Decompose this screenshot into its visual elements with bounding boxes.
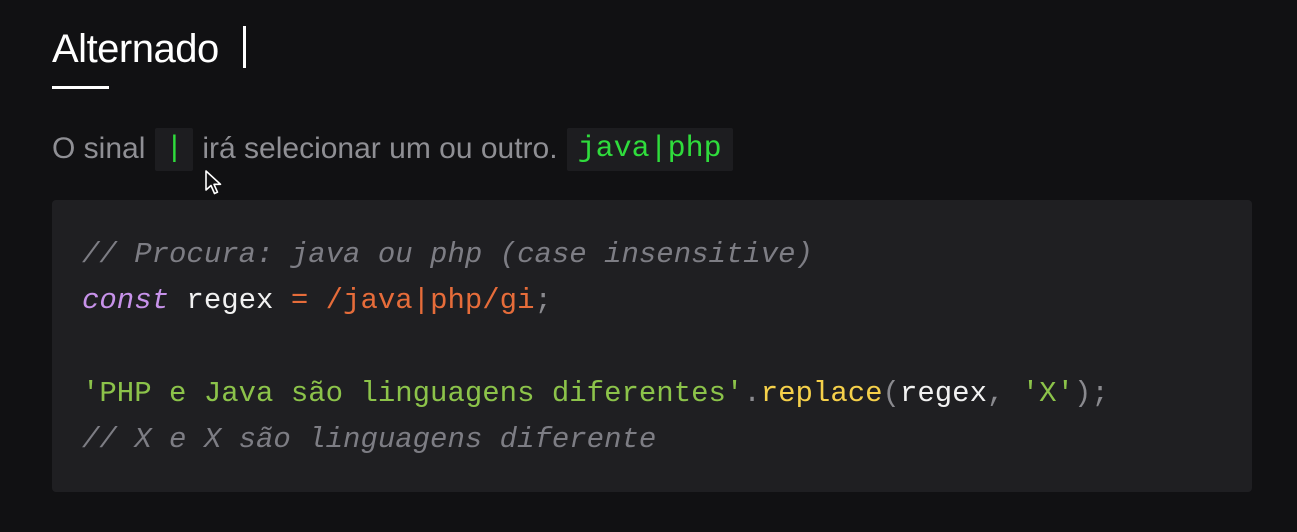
inline-code-pipe: | [155,127,194,171]
code-keyword: const [82,284,170,317]
title-underline [52,86,109,89]
code-dot: . [743,377,761,410]
code-identifier: regex [186,284,274,317]
code-line-comment: // Procura: java ou php (case insensitiv… [82,235,813,275]
code-regex-literal: /java|php/gi [325,284,535,317]
text-cursor [242,26,246,68]
code-terminator: ; [534,284,552,317]
code-comment: // Procura: java ou php (case insensitiv… [82,238,813,271]
code-operator: = [290,284,309,317]
code-method: replace [760,377,883,410]
paragraph-intro: O sinal [52,132,146,165]
code-close: ); [1074,377,1109,410]
mouse-pointer-icon [205,170,222,195]
code-comment: // X e X são linguagens diferente [82,423,657,456]
inline-code-example: java|php [566,127,733,171]
code-line-result-comment: // X e X são linguagens diferente [82,420,656,460]
code-argument: regex [899,377,987,410]
paragraph-middle: irá selecionar um ou outro. [202,132,558,165]
code-block: // Procura: java ou php (case insensitiv… [52,200,1252,492]
code-replacement-string: 'X' [1021,377,1074,410]
page-title: Alternado [52,27,219,71]
description-paragraph: O sinal | irá selecionar um ou outro. ja… [52,127,733,171]
heading: Alternado [52,24,246,89]
code-line-declaration: const regex = /java|php/gi; [82,281,552,321]
code-open-paren: ( [882,377,900,410]
code-comma: , [986,377,1005,410]
code-string: 'PHP e Java são linguagens diferentes' [82,377,744,410]
code-line-replace: 'PHP e Java são linguagens diferentes'.r… [82,374,1109,414]
